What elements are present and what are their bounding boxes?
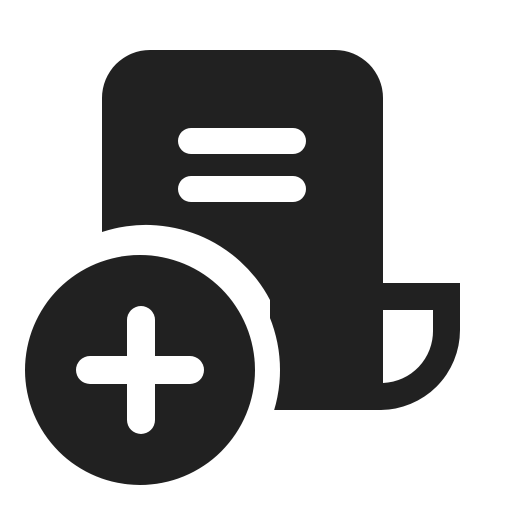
plus-horizontal [76, 356, 204, 384]
receipt-add-icon [0, 50, 460, 510]
icon-canvas [0, 0, 512, 512]
text-line-1 [178, 128, 306, 154]
text-line-2 [178, 176, 306, 202]
